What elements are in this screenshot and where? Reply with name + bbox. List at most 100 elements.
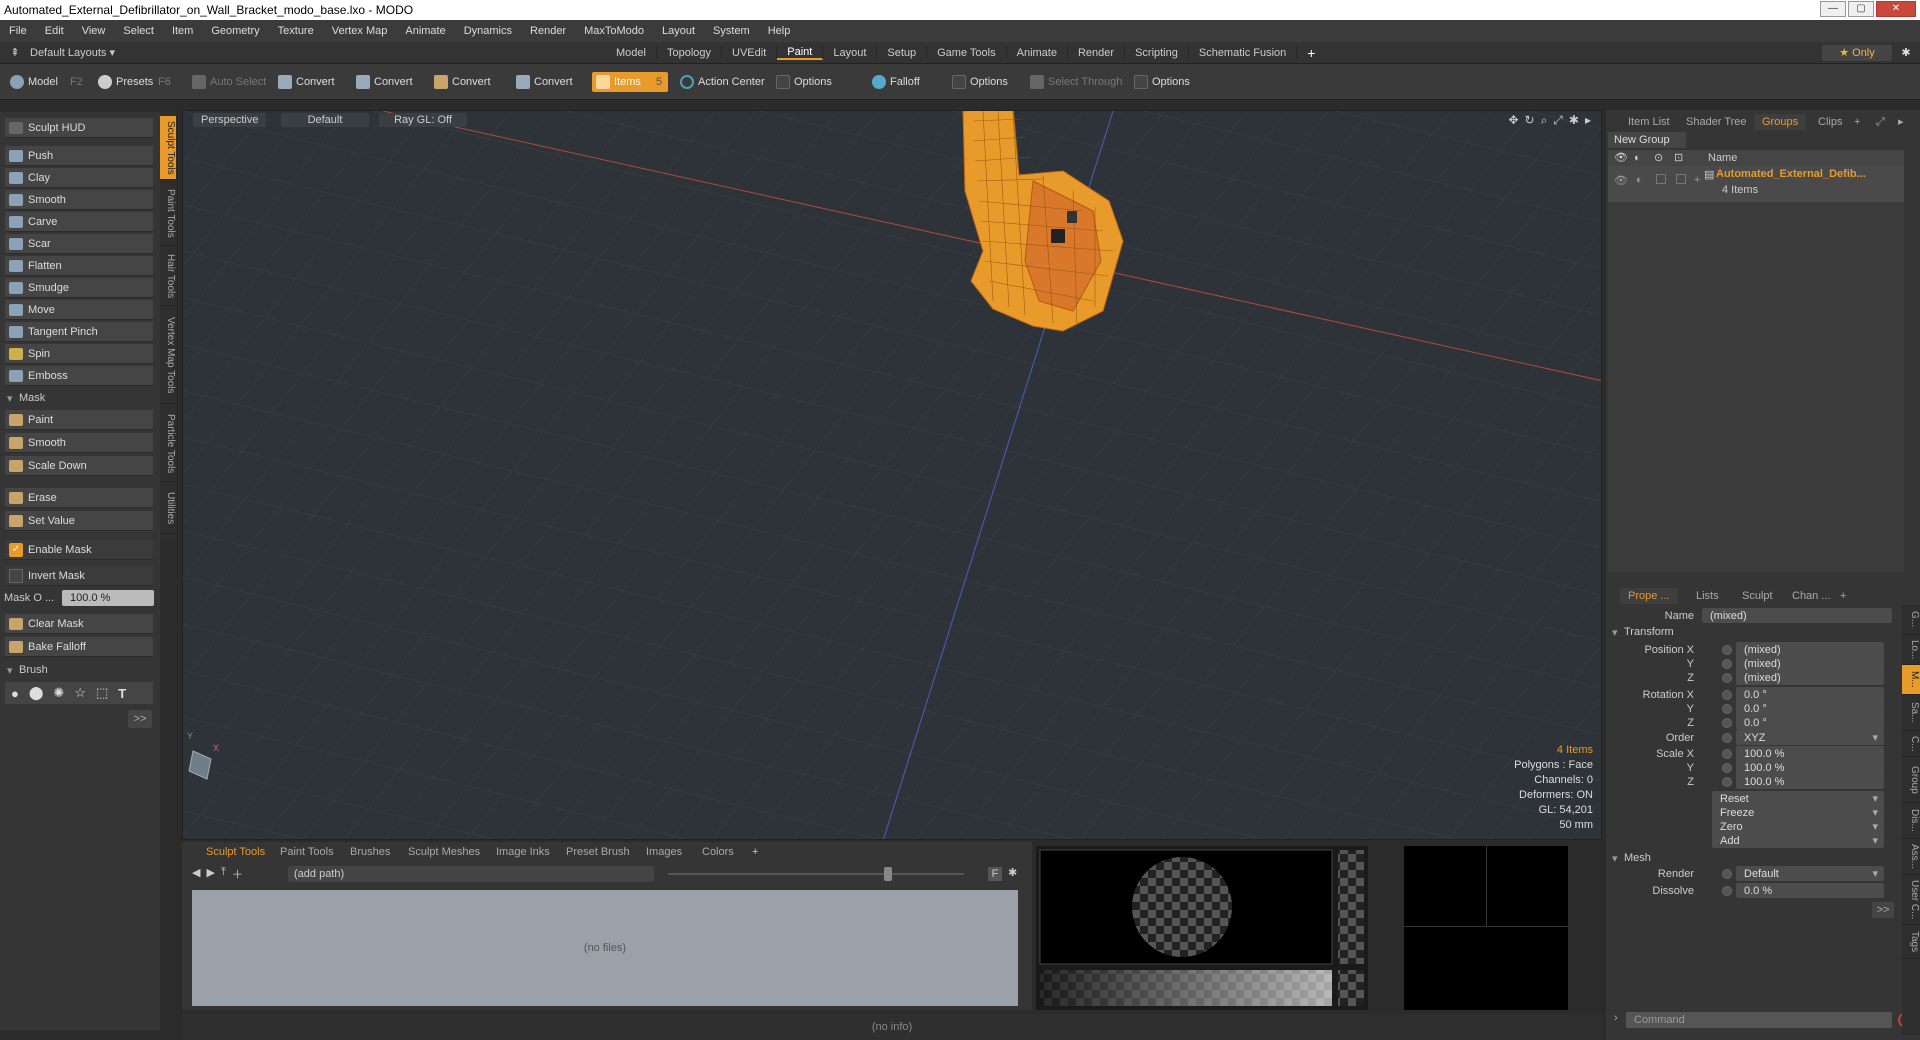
tab-game-tools[interactable]: Game Tools (927, 47, 1007, 59)
position-x-field[interactable]: (mixed) (1736, 642, 1884, 657)
add-tab-button[interactable]: + (1297, 45, 1325, 61)
vtab-sculpt-tools[interactable]: Sculpt Tools (160, 116, 176, 180)
tool-clay[interactable]: Clay (5, 168, 153, 188)
keyframe-dot[interactable] (1722, 659, 1732, 669)
tab-layout[interactable]: Layout (823, 47, 878, 59)
row-lock-icon[interactable] (1656, 174, 1666, 184)
rvtab-group[interactable]: Group (1902, 757, 1920, 803)
rtab-groups[interactable]: Groups (1754, 114, 1807, 130)
menu-system[interactable]: System (704, 25, 759, 37)
rvtab-lo[interactable]: Lo... (1902, 635, 1920, 665)
name-column-header[interactable]: Name (1708, 150, 1737, 166)
group-row[interactable]: 👁 ◐ + ▤ Automated_External_Defib... 4 It… (1608, 166, 1904, 202)
menu-select[interactable]: Select (114, 25, 163, 37)
select-column-icon[interactable]: ⊡ (1674, 150, 1683, 166)
action-center-button[interactable]: Action Center (676, 72, 771, 92)
minimize-button[interactable]: — (1820, 1, 1846, 17)
rotation-y-field[interactable]: 0.0 ° (1736, 701, 1884, 716)
brush-text-icon[interactable]: T (118, 686, 126, 701)
btab-add-button[interactable]: + (744, 844, 766, 860)
tool-smudge[interactable]: Smudge (5, 278, 153, 298)
select-options-button[interactable]: Options (1130, 72, 1196, 92)
file-browser-area[interactable]: (no files) (192, 890, 1018, 1006)
view-perspective-dropdown[interactable]: Perspective (193, 113, 267, 127)
shading-dropdown[interactable]: Default (281, 113, 369, 127)
only-button[interactable]: ★ Only (1822, 45, 1892, 61)
ptab-sculpt[interactable]: Sculpt (1734, 588, 1781, 604)
mask-smooth-button[interactable]: Smooth (5, 433, 153, 453)
keyframe-dot[interactable] (1722, 718, 1732, 728)
forward-icon[interactable]: ▶ (206, 866, 214, 882)
brush-star-icon[interactable]: ☆ (74, 685, 86, 701)
btab-sculpt-tools[interactable]: Sculpt Tools (198, 844, 273, 860)
sculpt-hud-button[interactable]: Sculpt HUD (5, 118, 153, 138)
vtab-hair-tools[interactable]: Hair Tools (160, 248, 176, 306)
mask-scale-down-button[interactable]: Scale Down (5, 456, 153, 476)
tool-scar[interactable]: Scar (5, 234, 153, 254)
btab-paint-tools[interactable]: Paint Tools (272, 844, 342, 860)
tool-push[interactable]: Push (5, 146, 153, 166)
tool-flatten[interactable]: Flatten (5, 256, 153, 276)
tab-animate[interactable]: Animate (1007, 47, 1068, 59)
menu-item[interactable]: Item (163, 25, 202, 37)
name-field[interactable]: (mixed) (1702, 608, 1892, 623)
rvtab-dis[interactable]: Dis... (1902, 803, 1920, 839)
mask-erase-button[interactable]: Erase (5, 488, 153, 508)
group-name[interactable]: Automated_External_Defib... (1716, 168, 1866, 180)
btab-colors[interactable]: Colors (694, 844, 742, 860)
keyframe-dot[interactable] (1722, 690, 1732, 700)
invert-mask-checkbox[interactable]: Invert Mask (5, 566, 153, 586)
keyframe-dot[interactable] (1722, 673, 1732, 683)
up-folder-icon[interactable]: ⤒ (221, 866, 226, 882)
menu-help[interactable]: Help (759, 25, 800, 37)
new-group-button[interactable]: New Group (1608, 132, 1686, 148)
btab-sculpt-meshes[interactable]: Sculpt Meshes (400, 844, 488, 860)
bake-falloff-button[interactable]: Bake Falloff (5, 637, 153, 657)
select-through-button[interactable]: Select Through (1026, 72, 1128, 92)
menu-render[interactable]: Render (521, 25, 575, 37)
menu-animate[interactable]: Animate (396, 25, 454, 37)
menu-edit[interactable]: Edit (36, 25, 73, 37)
scale-x-field[interactable]: 100.0 % (1736, 746, 1884, 761)
rtab-add-button[interactable]: + (1846, 114, 1868, 130)
brush-splat-icon[interactable]: ✺ (53, 685, 64, 701)
rvtab-g[interactable]: G... (1902, 605, 1920, 635)
menu-geometry[interactable]: Geometry (202, 25, 268, 37)
tool-smooth[interactable]: Smooth (5, 190, 153, 210)
tab-scripting[interactable]: Scripting (1125, 47, 1189, 59)
rvtab-user-c[interactable]: User C... (1902, 875, 1920, 925)
rotation-x-field[interactable]: 0.0 ° (1736, 687, 1884, 702)
rotate-icon[interactable]: ↻ (1525, 113, 1535, 128)
vtab-utilities[interactable]: Utilities (160, 484, 176, 534)
rvtab-ass[interactable]: Ass... (1902, 839, 1920, 875)
close-button[interactable]: ✕ (1876, 1, 1916, 17)
add-path-icon[interactable]: ＋ (232, 866, 243, 882)
btab-image-inks[interactable]: Image Inks (488, 844, 558, 860)
menu-layout[interactable]: Layout (653, 25, 704, 37)
thumbnail-size-slider[interactable] (668, 873, 964, 875)
keyframe-dot[interactable] (1722, 869, 1732, 879)
lock-column-icon[interactable]: ⊙ (1654, 150, 1663, 166)
rtab-item-list[interactable]: Item List (1620, 114, 1678, 130)
layout-gear-icon[interactable]: ✱ (1898, 45, 1914, 61)
vtab-particle-tools[interactable]: Particle Tools (160, 406, 176, 482)
tab-render[interactable]: Render (1068, 47, 1126, 59)
brush-soft-icon[interactable]: ● (11, 686, 19, 701)
3d-viewport[interactable]: Y X Perspective Default Ray GL: Off ✥ ↻ … (182, 110, 1602, 840)
transform-section-header[interactable]: Transform (1610, 626, 1674, 639)
vtab-paint-tools[interactable]: Paint Tools (160, 182, 176, 246)
mask-paint-button[interactable]: Paint (5, 410, 153, 430)
bottom-gear-icon[interactable]: ✱ (1008, 866, 1017, 879)
back-icon[interactable]: ◀ (192, 866, 200, 882)
keyframe-dot[interactable] (1722, 645, 1732, 655)
row-render-icon[interactable]: ◐ (1636, 174, 1643, 186)
falloff-button[interactable]: Falloff (868, 72, 926, 92)
rvtab-m[interactable]: M... (1902, 665, 1920, 695)
dissolve-field[interactable]: 0.0 % (1736, 883, 1884, 898)
convert-edges-button[interactable]: Convert (352, 72, 419, 92)
order-dropdown[interactable]: XYZ (1736, 730, 1884, 746)
tab-setup[interactable]: Setup (877, 47, 928, 59)
convert-materials-button[interactable]: Convert (512, 72, 579, 92)
pan-icon[interactable]: ✥ (1508, 113, 1518, 128)
menu-dynamics[interactable]: Dynamics (455, 25, 521, 37)
